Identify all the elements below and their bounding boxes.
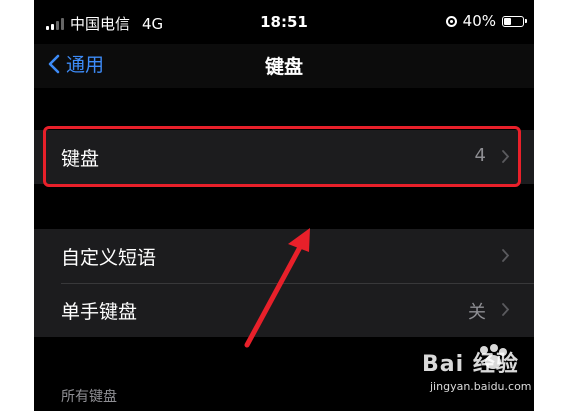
baidu-watermark: Bai 经验 jingyan.baidu.com: [412, 342, 562, 402]
watermark-brand: Bai 经验: [422, 352, 519, 377]
watermark-url: jingyan.baidu.com: [430, 380, 532, 393]
